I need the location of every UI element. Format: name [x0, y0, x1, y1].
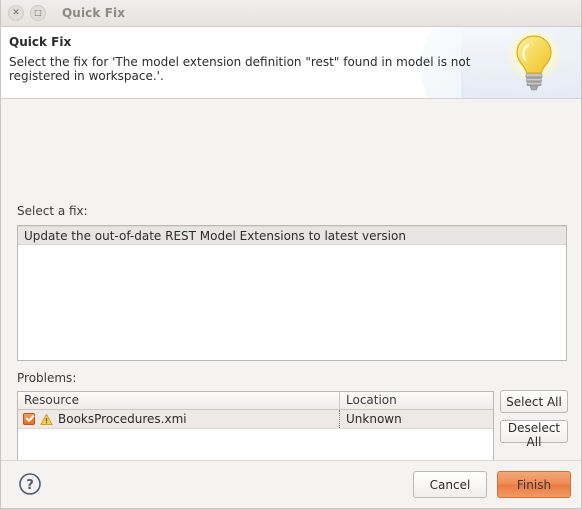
problems-label: Problems:	[17, 371, 77, 385]
deselect-all-button[interactable]: Deselect All	[500, 420, 568, 449]
cancel-button[interactable]: Cancel	[413, 471, 487, 498]
dialog-content: Select a fix: Update the out-of-date RES…	[1, 99, 581, 489]
warning-icon	[40, 413, 53, 425]
select-all-button[interactable]: Select All	[500, 390, 568, 413]
row-checkbox[interactable]	[23, 413, 35, 425]
table-header-row: Resource Location	[18, 392, 493, 410]
close-icon[interactable]: ✕	[8, 5, 24, 21]
resource-name: BooksProcedures.xmi	[58, 412, 187, 426]
list-item[interactable]: Update the out-of-date REST Model Extens…	[18, 226, 566, 245]
page-description: Select the fix for 'The model extension …	[9, 55, 471, 83]
finish-button[interactable]: Finish	[497, 471, 571, 498]
page-title: Quick Fix	[9, 35, 72, 49]
fix-list[interactable]: Update the out-of-date REST Model Extens…	[17, 225, 567, 361]
footer-buttons: Cancel Finish	[413, 471, 571, 498]
lightbulb-icon	[508, 31, 560, 91]
window-title: Quick Fix	[62, 6, 126, 20]
quick-fix-dialog: ✕ □ Quick Fix Quick Fix Select the fix f…	[0, 0, 582, 509]
maximize-icon[interactable]: □	[30, 5, 46, 21]
svg-text:?: ?	[26, 478, 34, 493]
help-icon[interactable]: ?	[18, 472, 42, 496]
select-fix-label: Select a fix:	[17, 204, 88, 218]
dialog-banner: Quick Fix Select the fix for 'The model …	[1, 27, 581, 99]
column-header-resource[interactable]: Resource	[18, 392, 340, 409]
column-header-location[interactable]: Location	[340, 392, 493, 409]
title-bar: ✕ □ Quick Fix	[1, 0, 581, 27]
table-row[interactable]: BooksProcedures.xmi Unknown	[18, 410, 493, 429]
selection-buttons: Select All Deselect All	[500, 390, 568, 449]
cell-location: Unknown	[346, 412, 402, 426]
dialog-footer: ? Cancel Finish	[1, 460, 581, 508]
cell-resource[interactable]: BooksProcedures.xmi	[18, 410, 340, 428]
